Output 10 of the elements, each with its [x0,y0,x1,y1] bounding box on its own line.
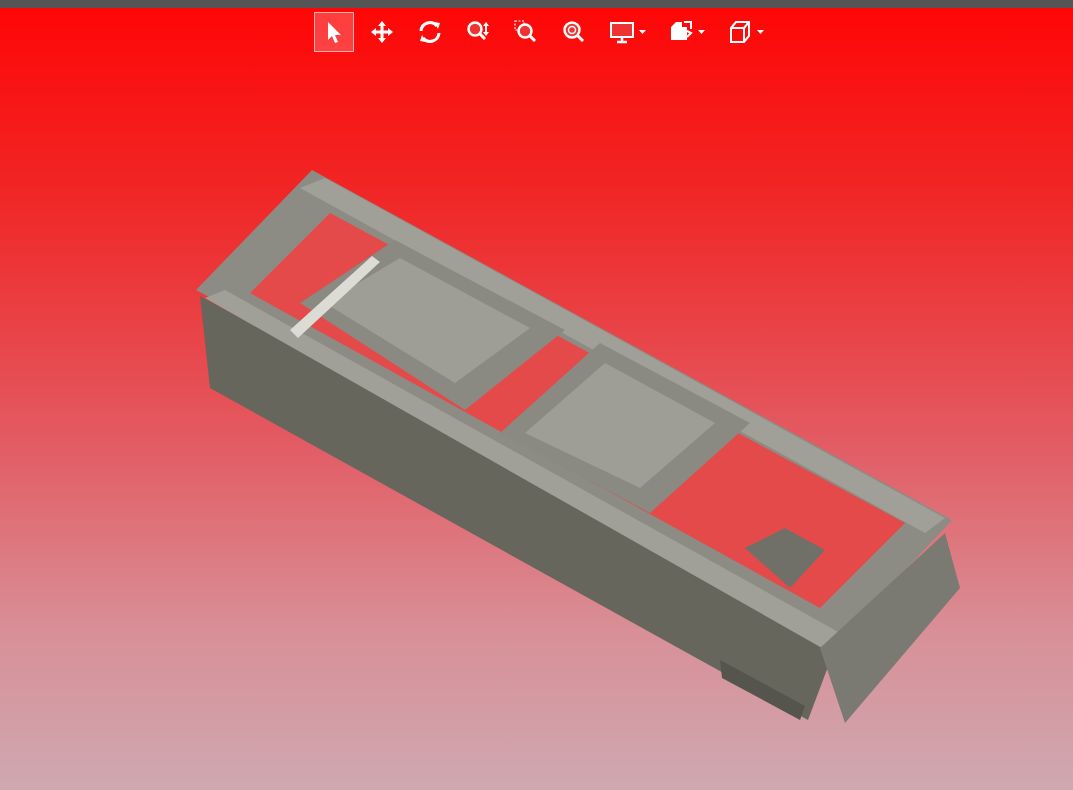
magnifier-box-icon [513,19,539,45]
magnifier-icon [561,19,587,45]
move-arrows-icon [369,19,395,45]
cube-icon [727,19,753,45]
rotate-icon [417,19,443,45]
select-tool-button[interactable] [314,12,354,52]
caret-icon [698,30,705,34]
monitor-icon [609,19,635,45]
caret-icon [757,30,764,34]
caret-icon [639,30,646,34]
